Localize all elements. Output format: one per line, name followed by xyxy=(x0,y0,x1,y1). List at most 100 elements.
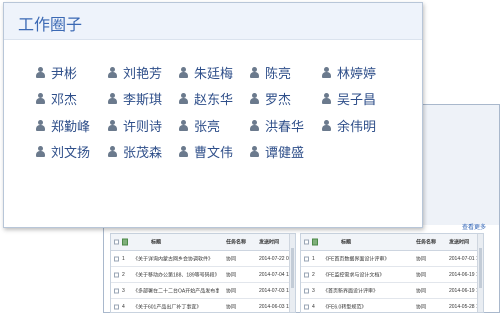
member-item[interactable]: 邓杰 xyxy=(36,90,78,108)
row-checkbox[interactable] xyxy=(304,256,309,261)
row-title[interactable]: 《FE6.0转型规范》 xyxy=(323,303,409,310)
row-no: 3 xyxy=(312,287,315,294)
member-name: 洪春华 xyxy=(265,119,305,135)
row-checkbox[interactable] xyxy=(114,288,119,293)
col-title: 标题 xyxy=(341,239,352,246)
person-icon xyxy=(108,66,117,78)
member-name: 邓杰 xyxy=(51,92,78,108)
row-checkbox[interactable] xyxy=(114,272,119,277)
member-name: 刘文扬 xyxy=(51,145,91,161)
person-icon xyxy=(179,92,188,104)
member-item[interactable]: 林婷婷 xyxy=(322,64,376,82)
col-time: 发送时间 xyxy=(449,239,470,246)
member-item[interactable]: 刘艳芳 xyxy=(108,64,163,82)
member-item[interactable]: 曹文伟 xyxy=(179,143,234,161)
doc-icon xyxy=(122,238,128,246)
col-title: 标题 xyxy=(151,239,162,246)
member-item[interactable]: 刘文扬 xyxy=(36,143,91,161)
person-icon xyxy=(322,92,331,104)
member-name: 吴子昌 xyxy=(337,92,377,108)
row-title[interactable]: 《FE首页数据界面设计评审》 xyxy=(323,255,409,262)
member-name: 张亮 xyxy=(194,119,221,135)
table-row[interactable]: 4 《关于601产品出厂补丁事宜》 协同 2014-06-03 11: xyxy=(111,299,295,313)
table-row[interactable]: 2 《关于移动办公第188、189等号码段》 协同 2014-07-04 11: xyxy=(111,267,295,283)
row-name: 协同 xyxy=(416,256,427,262)
person-icon xyxy=(250,66,259,78)
member-name: 刘艳芳 xyxy=(123,66,163,82)
person-icon xyxy=(322,119,331,131)
member-name: 曹文伟 xyxy=(194,145,234,161)
person-icon xyxy=(179,119,188,131)
more-link[interactable]: 查看更多 xyxy=(462,222,486,231)
popup-title: 工作圈子 xyxy=(18,15,83,34)
row-time: 2014-07-03 11: xyxy=(259,287,293,294)
member-name: 赵东华 xyxy=(194,92,234,108)
row-time: 2014-06-03 11: xyxy=(259,303,293,310)
row-checkbox[interactable] xyxy=(304,272,309,277)
row-no: 1 xyxy=(312,255,315,262)
select-all-checkbox[interactable] xyxy=(114,239,119,245)
person-icon xyxy=(322,66,331,78)
member-name: 许则诗 xyxy=(123,119,163,135)
member-item[interactable]: 张亮 xyxy=(179,117,221,135)
member-item[interactable]: 罗杰 xyxy=(250,90,291,108)
table-row[interactable]: 3 《首页新界面设计评审》 协同 2014-06-19 11: xyxy=(301,283,483,299)
person-icon xyxy=(250,92,259,104)
row-name: 协同 xyxy=(226,288,237,294)
table-row[interactable]: 1 《关于详询内蒙古网乡会协调软件》 协同 2014-07-22 09: xyxy=(111,251,295,267)
row-no: 2 xyxy=(122,271,125,278)
row-no: 4 xyxy=(122,303,125,310)
table-row[interactable]: 4 《FE6.0转型规范》 协同 2014-05-28 14: xyxy=(301,299,483,313)
row-name: 协同 xyxy=(226,304,237,310)
table-row[interactable]: 1 《FE首页数据界面设计评审》 协同 2014-07-01 11: xyxy=(301,251,483,267)
person-icon xyxy=(36,66,45,78)
row-title[interactable]: 《关于详询内蒙古网乡会协调软件》 xyxy=(133,255,219,262)
row-checkbox[interactable] xyxy=(114,304,119,309)
screen: 查看更多 标题 任务名称 发送时间 1 《关于详询内蒙古网乡会协调软件》 协同 … xyxy=(0,0,500,313)
row-title[interactable]: 《关于移动办公第188、189等号码段》 xyxy=(133,271,219,278)
member-name: 郑勤峰 xyxy=(51,119,91,135)
member-item[interactable]: 郑勤峰 xyxy=(36,117,91,135)
person-icon xyxy=(108,119,117,131)
table-row[interactable]: 3 《多部署在二十二台OA开始产品发布事宜》 协同 2014-07-03 11: xyxy=(111,283,295,299)
person-icon xyxy=(179,66,188,78)
member-item[interactable]: 李斯琪 xyxy=(108,90,162,108)
person-icon xyxy=(108,145,117,157)
member-item[interactable]: 赵东华 xyxy=(179,90,234,108)
member-item[interactable]: 尹彬 xyxy=(36,64,77,82)
member-name: 余伟明 xyxy=(337,119,377,135)
person-icon xyxy=(36,92,45,104)
right-scrollbar[interactable] xyxy=(477,234,483,312)
row-no: 1 xyxy=(122,255,125,262)
member-item[interactable]: 陈亮 xyxy=(250,64,291,82)
row-title[interactable]: 《首页新界面设计评审》 xyxy=(323,287,409,294)
col-name: 任务名称 xyxy=(226,239,247,246)
member-item[interactable]: 谭健盛 xyxy=(250,143,304,161)
table-header: 标题 任务名称 发送时间 xyxy=(111,234,295,251)
member-item[interactable]: 朱廷梅 xyxy=(179,64,234,82)
row-checkbox[interactable] xyxy=(304,304,309,309)
member-item[interactable]: 张茂森 xyxy=(108,143,163,161)
row-no: 3 xyxy=(122,287,125,294)
table-row[interactable]: 2 《FE监控需求与设计文档》 协同 2014-06-19 14: xyxy=(301,267,483,283)
doc-icon xyxy=(312,238,318,246)
member-item[interactable]: 吴子昌 xyxy=(322,90,377,108)
row-checkbox[interactable] xyxy=(304,288,309,293)
member-item[interactable]: 洪春华 xyxy=(250,117,305,135)
left-scrollbar[interactable] xyxy=(289,234,295,312)
row-name: 协同 xyxy=(416,272,427,278)
row-no: 2 xyxy=(312,271,315,278)
row-title[interactable]: 《关于601产品出厂补丁事宜》 xyxy=(133,303,219,310)
member-name: 朱廷梅 xyxy=(194,66,234,82)
member-item[interactable]: 许则诗 xyxy=(108,117,163,135)
select-all-checkbox[interactable] xyxy=(304,239,309,245)
person-icon xyxy=(250,145,259,157)
member-name: 张茂森 xyxy=(123,145,163,161)
left-task-table: 标题 任务名称 发送时间 1 《关于详询内蒙古网乡会协调软件》 协同 2014-… xyxy=(110,233,296,313)
person-icon xyxy=(108,92,117,104)
row-title[interactable]: 《多部署在二十二台OA开始产品发布事宜》 xyxy=(133,287,219,294)
row-title[interactable]: 《FE监控需求与设计文档》 xyxy=(323,271,409,278)
row-name: 协同 xyxy=(226,256,237,262)
row-checkbox[interactable] xyxy=(114,256,119,261)
member-item[interactable]: 余伟明 xyxy=(322,117,377,135)
